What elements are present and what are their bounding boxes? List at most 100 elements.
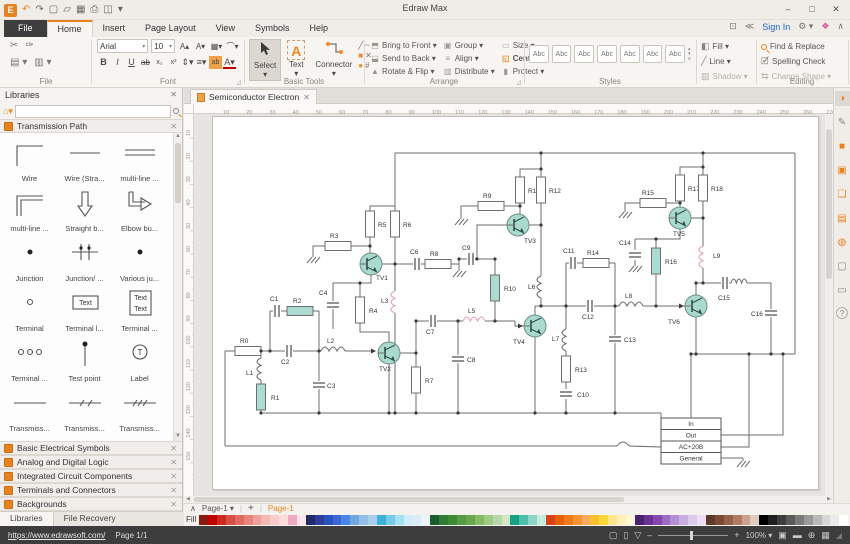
paste-icon[interactable]: ▤ ▾ — [10, 57, 27, 69]
color-swatch[interactable] — [226, 515, 235, 525]
fill-color-icon[interactable]: ■ — [835, 139, 850, 154]
underline-icon[interactable]: U — [125, 56, 138, 69]
color-swatch[interactable] — [822, 515, 831, 525]
color-swatch[interactable] — [537, 515, 546, 525]
color-swatch[interactable] — [670, 515, 679, 525]
color-swatch[interactable] — [208, 515, 217, 525]
color-swatch[interactable] — [306, 515, 315, 525]
color-swatch[interactable] — [341, 515, 350, 525]
help-icon[interactable]: ? — [836, 307, 848, 319]
feedback-icon[interactable]: ⊡ — [729, 21, 737, 32]
color-swatch[interactable] — [244, 515, 253, 525]
close-section-icon[interactable]: ✕ — [170, 486, 177, 495]
grow-font-icon[interactable]: A▴ — [178, 40, 191, 53]
panel-bottom-tabs[interactable]: LibrariesFile Recovery — [0, 511, 183, 526]
tab-file[interactable]: File — [4, 20, 47, 37]
zoom-area-icon[interactable]: ▽ — [634, 530, 641, 541]
color-swatch[interactable] — [795, 515, 804, 525]
style-swatch[interactable]: Abc — [643, 45, 663, 63]
library-section-terminals-and-connectors[interactable]: Terminals and Connectors✕ — [0, 483, 182, 497]
close-section-icon[interactable]: ✕ — [170, 500, 177, 509]
color-swatch[interactable] — [839, 515, 848, 525]
send-to-back-button[interactable]: ⬓Send to Back ▾ — [370, 52, 437, 64]
color-swatch[interactable] — [590, 515, 599, 525]
color-swatch[interactable] — [270, 515, 279, 525]
shape-multi-line[interactable]: multi-line ... — [2, 185, 57, 235]
highlight-icon[interactable]: ab — [209, 56, 222, 69]
color-swatch[interactable] — [662, 515, 671, 525]
page-mode-icon[interactable]: ▯ — [623, 530, 628, 541]
color-swatch[interactable] — [235, 515, 244, 525]
shape-terminal[interactable]: TextTextTerminal ... — [112, 285, 167, 335]
shape-wire-stra[interactable]: Wire (Stra... — [57, 135, 112, 185]
font-family-select[interactable]: Arial▾ — [97, 39, 148, 53]
color-swatch[interactable] — [715, 515, 724, 525]
style-swatch[interactable]: Abc — [552, 45, 572, 63]
color-swatch[interactable] — [608, 515, 617, 525]
memo-icon[interactable]: ▢ — [835, 259, 850, 274]
library-search-input[interactable] — [15, 105, 171, 118]
tab-insert[interactable]: Insert — [93, 20, 136, 37]
tab-view[interactable]: View — [206, 20, 245, 37]
bold-icon[interactable]: B — [97, 56, 110, 69]
shape-transmiss[interactable]: Transmiss... — [57, 385, 112, 435]
zoom-out-icon[interactable]: – — [647, 530, 652, 540]
color-swatch[interactable] — [750, 515, 759, 525]
color-swatch[interactable] — [706, 515, 715, 525]
distribute-button[interactable]: ▥Distribute ▾ — [443, 65, 495, 77]
close-section-icon[interactable]: ✕ — [170, 458, 177, 467]
close-panel-icon[interactable]: ✕ — [170, 90, 177, 99]
color-swatch[interactable] — [786, 515, 795, 525]
clipart-icon[interactable]: ❏ — [835, 187, 850, 202]
close-section-icon[interactable]: ✕ — [170, 472, 177, 481]
close-document-icon[interactable]: ✕ — [303, 93, 310, 102]
minimize-button[interactable]: – — [776, 0, 800, 18]
arc-text-icon[interactable]: ⌒▾ — [226, 40, 239, 53]
color-swatch[interactable] — [395, 515, 404, 525]
grid-icon[interactable]: ▦ — [821, 530, 830, 541]
color-swatch[interactable] — [457, 515, 466, 525]
shape-various-ju[interactable]: Various ju... — [112, 235, 167, 285]
color-swatch[interactable] — [742, 515, 751, 525]
picture-icon[interactable]: ▣ — [835, 163, 850, 178]
shape-wire[interactable]: Wire — [2, 135, 57, 185]
tab-page-layout[interactable]: Page Layout — [135, 20, 206, 37]
color-swatch[interactable] — [555, 515, 564, 525]
color-swatch[interactable] — [377, 515, 386, 525]
line-button[interactable]: ╱Line ▾ — [701, 55, 751, 68]
resize-grip[interactable]: ◢ — [836, 531, 842, 540]
color-swatch[interactable] — [573, 515, 582, 525]
color-swatch[interactable] — [217, 515, 226, 525]
color-swatch[interactable] — [413, 515, 422, 525]
shrink-font-icon[interactable]: A▾ — [194, 40, 207, 53]
format-icon[interactable]: ✎ — [835, 115, 850, 130]
shape-transmiss[interactable]: Transmiss... — [112, 385, 167, 435]
settings-gear-icon[interactable]: ⚙ ▾ — [798, 21, 813, 32]
library-section-integrated-circuit-components[interactable]: Integrated Circuit Components✕ — [0, 469, 182, 483]
panel-tab-file-recovery[interactable]: File Recovery — [54, 512, 126, 526]
library-section-basic-electrical-symbols[interactable]: Basic Electrical Symbols✕ — [0, 441, 182, 455]
find-replace-button[interactable]: Find & Replace — [761, 40, 843, 53]
color-swatch[interactable] — [733, 515, 742, 525]
library-scrollbar[interactable]: ▲ ▼ — [173, 133, 182, 441]
panel-tab-libraries[interactable]: Libraries — [0, 512, 54, 526]
close-section-icon[interactable]: ✕ — [170, 444, 177, 453]
color-swatch[interactable] — [386, 515, 395, 525]
color-swatch[interactable] — [448, 515, 457, 525]
color-swatch[interactable] — [804, 515, 813, 525]
border-icon[interactable]: ▦▾ — [210, 40, 223, 53]
rotate-flip-button[interactable]: ▲Rotate & Flip ▾ — [370, 65, 437, 77]
color-swatch[interactable] — [546, 515, 555, 525]
connector-tool[interactable]: Connector ▾ — [311, 39, 356, 81]
color-swatch[interactable] — [466, 515, 475, 525]
font-size-select[interactable]: 10▾ — [151, 39, 175, 53]
subscript-icon[interactable]: x₂ — [153, 56, 166, 69]
library-section-analog-and-digital-logic[interactable]: Analog and Digital Logic✕ — [0, 455, 182, 469]
color-swatch[interactable] — [359, 515, 368, 525]
group-button[interactable]: ▣Group ▾ — [443, 39, 495, 51]
edrawsoft-link[interactable]: https://www.edrawsoft.com/ — [8, 531, 105, 540]
library-section-backgrounds[interactable]: Backgrounds✕ — [0, 497, 182, 511]
color-swatch[interactable] — [564, 515, 573, 525]
collapse-pagebar-icon[interactable]: ∧ — [190, 504, 196, 513]
style-swatch[interactable]: Abc — [597, 45, 617, 63]
